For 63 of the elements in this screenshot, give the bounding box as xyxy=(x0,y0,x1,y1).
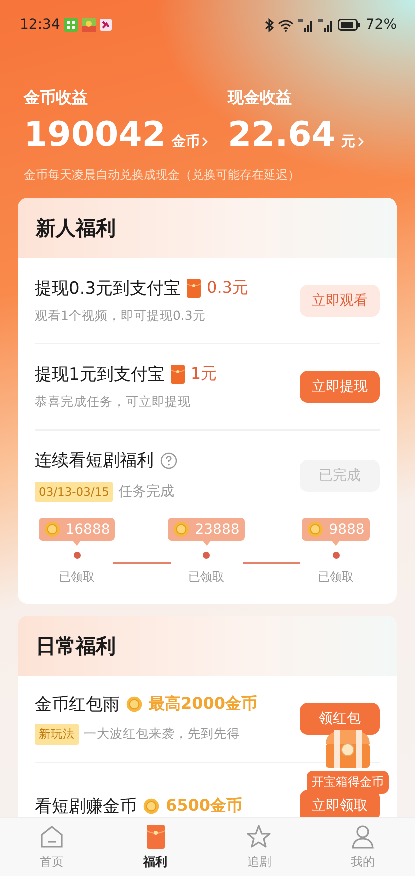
task-button[interactable]: 已完成 xyxy=(300,460,380,492)
app-notification-icon xyxy=(82,18,96,32)
earnings-label: 现金收益 xyxy=(228,88,293,109)
task-status: 任务完成 xyxy=(118,483,174,501)
help-icon[interactable] xyxy=(160,452,178,470)
milestone-status: 已领取 xyxy=(318,569,354,586)
exchange-note: 金币每天凌晨自动兑换成现金（兑换可能存在延迟） xyxy=(24,167,301,184)
milestone-dot xyxy=(332,552,340,559)
reward-amount: 最高2000金币 xyxy=(149,694,258,715)
earnings-amount: 22.64 xyxy=(228,115,336,155)
reward-amount: 6500金币 xyxy=(166,796,243,816)
coin-reward-pill: 23888 xyxy=(168,518,245,541)
coin-icon xyxy=(173,521,190,538)
reward-amount: 1元 xyxy=(190,364,218,384)
milestone-status: 已领取 xyxy=(59,569,95,586)
coin-reward-pill: 9888 xyxy=(302,518,370,541)
bluetooth-icon xyxy=(264,18,274,32)
status-time: 12:34 xyxy=(20,17,60,33)
task-title: 提现1元到支付宝 xyxy=(35,364,165,386)
task-button[interactable]: 立即观看 xyxy=(300,284,380,316)
coin-reward-pill: 16888 xyxy=(38,518,116,541)
nav-tab[interactable]: 首页 xyxy=(0,818,104,876)
coin-icon xyxy=(126,696,143,713)
envelope-icon xyxy=(170,364,185,384)
nav-tab[interactable]: 我的 xyxy=(311,818,415,876)
section-title: 日常福利 xyxy=(36,632,116,660)
wifi-icon xyxy=(278,18,294,32)
new-tag: 新玩法 xyxy=(35,724,79,745)
task-title: 金币红包雨 xyxy=(35,694,120,716)
coin-icon xyxy=(44,521,61,538)
unit-link[interactable]: 元 xyxy=(342,133,364,151)
app-notification-icon xyxy=(100,19,112,31)
nav-tab[interactable]: 追剧 xyxy=(208,818,312,876)
envelope-icon xyxy=(187,278,202,298)
nav-tab[interactable]: 福利 xyxy=(104,818,208,876)
task-button[interactable]: 领红包 xyxy=(300,703,380,735)
earnings-label: 金币收益 xyxy=(24,88,89,109)
battery-level: 72% xyxy=(366,17,397,33)
coin-icon xyxy=(143,798,160,814)
task-description: 恭喜完成任务，可立即提现 xyxy=(35,394,191,410)
earnings-amount: 190042 xyxy=(24,115,166,155)
task-description: 观看1个视频，即可提现0.3元 xyxy=(35,308,206,324)
signal-icon xyxy=(318,18,334,32)
milestone-dot xyxy=(203,552,210,559)
coin-icon xyxy=(307,521,324,538)
task-button[interactable]: 立即提现 xyxy=(300,370,380,402)
task-title: 看短剧赚金币 xyxy=(35,796,137,817)
task-title: 连续看短剧福利 xyxy=(35,450,154,472)
unit-link[interactable]: 金币 xyxy=(172,133,208,151)
task-description: 一大波红包来袭，先到先得 xyxy=(84,726,240,743)
task-title: 提现0.3元到支付宝 xyxy=(35,278,182,300)
chevron-icon xyxy=(358,137,364,147)
reward-amount: 0.3元 xyxy=(207,278,248,298)
date-range-tag: 03/13-03/15 xyxy=(35,482,114,502)
battery-icon xyxy=(338,19,360,31)
signal-icon xyxy=(298,18,314,32)
milestone-status: 已领取 xyxy=(188,569,224,586)
app-notification-icon xyxy=(64,18,78,32)
section-title: 新人福利 xyxy=(36,214,116,242)
milestone-dot xyxy=(74,552,80,559)
star-icon xyxy=(245,823,274,851)
chevron-icon xyxy=(202,137,208,147)
chest-label[interactable]: 开宝箱得金币 xyxy=(307,771,389,794)
